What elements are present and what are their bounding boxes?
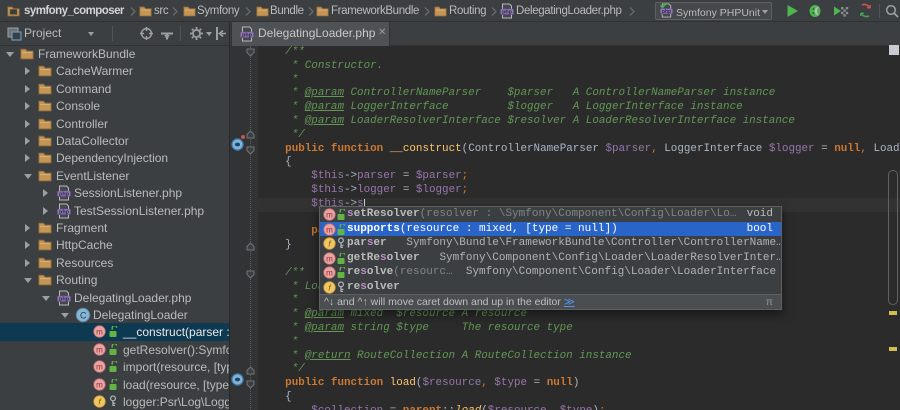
svg-text:php: php [59, 296, 70, 302]
svg-text:C: C [80, 310, 87, 320]
svg-text:m: m [96, 328, 103, 337]
svg-text:php: php [502, 9, 513, 15]
svg-text:m: m [326, 269, 333, 278]
svg-text:php: php [59, 192, 70, 198]
svg-text:m: m [96, 345, 103, 354]
svg-text:php: php [662, 9, 671, 15]
svg-text:php: php [59, 209, 70, 215]
svg-text:m: m [96, 363, 103, 372]
svg-text:php: php [242, 32, 253, 38]
svg-text:m: m [326, 254, 333, 263]
svg-text:m: m [326, 211, 333, 220]
svg-text:m: m [96, 380, 103, 389]
svg-text:m: m [326, 225, 333, 234]
